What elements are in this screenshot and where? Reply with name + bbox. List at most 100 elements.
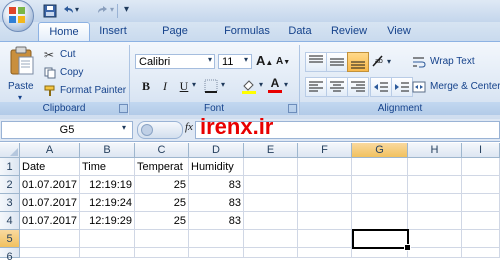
increase-indent-button[interactable] <box>391 77 413 97</box>
redo-dropdown-icon[interactable]: ▾ <box>110 5 114 14</box>
undo-dropdown-icon[interactable]: ▾ <box>75 5 79 14</box>
align-middle-button[interactable] <box>326 52 348 72</box>
row-header-5[interactable]: 5 <box>0 230 20 248</box>
column-header-e[interactable]: E <box>244 143 298 158</box>
cell-g2[interactable] <box>352 176 408 194</box>
tab-insert[interactable]: Insert <box>96 22 130 41</box>
cell-a3[interactable]: 01.07.2017 <box>20 194 80 212</box>
align-left-button[interactable] <box>305 77 327 97</box>
cell-d4[interactable]: 83 <box>189 212 244 230</box>
cell-g3[interactable] <box>352 194 408 212</box>
cell-i6[interactable] <box>462 248 500 258</box>
cell-a2[interactable]: 01.07.2017 <box>20 176 80 194</box>
tab-view[interactable]: View <box>386 22 412 41</box>
cell-e5[interactable] <box>244 230 298 248</box>
font-name-select[interactable]: Calibri <box>135 54 215 69</box>
cell-f6[interactable] <box>298 248 352 258</box>
cell-b1[interactable]: Time <box>80 158 135 176</box>
cell-f2[interactable] <box>298 176 352 194</box>
cell-a1[interactable]: Date <box>20 158 80 176</box>
font-name-dropdown-icon[interactable]: ▾ <box>208 55 212 64</box>
borders-dropdown-icon[interactable]: ▾ <box>221 80 225 89</box>
cell-c3[interactable]: 25 <box>135 194 189 212</box>
cell-e1[interactable] <box>244 158 298 176</box>
redo-icon[interactable] <box>95 3 111 19</box>
cell-a4[interactable]: 01.07.2017 <box>20 212 80 230</box>
cell-i1[interactable] <box>462 158 500 176</box>
save-icon[interactable] <box>42 3 58 19</box>
select-all-corner[interactable] <box>0 143 20 158</box>
cell-i2[interactable] <box>462 176 500 194</box>
paste-button[interactable]: Paste ▾ <box>6 44 38 104</box>
cell-e2[interactable] <box>244 176 298 194</box>
row-header-4[interactable]: 4 <box>0 212 20 230</box>
cell-b5[interactable] <box>80 230 135 248</box>
decrease-indent-button[interactable] <box>370 77 392 97</box>
column-header-b[interactable]: B <box>80 143 135 158</box>
row-header-2[interactable]: 2 <box>0 176 20 194</box>
cell-f3[interactable] <box>298 194 352 212</box>
insert-function-button[interactable]: fx <box>185 121 193 133</box>
cell-d1[interactable]: Humidity <box>189 158 244 176</box>
orientation-button[interactable]: ab ▾ <box>370 52 394 70</box>
cell-b3[interactable]: 12:19:24 <box>80 194 135 212</box>
column-header-i[interactable]: I <box>462 143 500 158</box>
tab-page-layout[interactable]: Page Layout <box>146 22 204 56</box>
font-color-dropdown-icon[interactable]: ▾ <box>284 80 288 89</box>
clipboard-launcher-icon[interactable] <box>119 104 128 113</box>
shrink-font-icon[interactable]: A▼ <box>276 56 290 67</box>
cell-f1[interactable] <box>298 158 352 176</box>
tab-data[interactable]: Data <box>286 22 314 41</box>
cell-f4[interactable] <box>298 212 352 230</box>
row-header-1[interactable]: 1 <box>0 158 20 176</box>
row-header-3[interactable]: 3 <box>0 194 20 212</box>
cell-h5[interactable] <box>408 230 462 248</box>
cell-h2[interactable] <box>408 176 462 194</box>
customize-qat-icon[interactable]: ▾ <box>124 4 129 15</box>
fill-color-dropdown-icon[interactable]: ▾ <box>259 80 263 89</box>
formula-bar-splitter[interactable] <box>137 121 183 139</box>
cell-e4[interactable] <box>244 212 298 230</box>
cell-a6[interactable] <box>20 248 80 258</box>
fill-handle[interactable] <box>404 244 411 251</box>
cell-d2[interactable]: 83 <box>189 176 244 194</box>
cell-e6[interactable] <box>244 248 298 258</box>
cell-d5[interactable] <box>189 230 244 248</box>
tab-formulas[interactable]: Formulas <box>221 22 273 41</box>
cell-h3[interactable] <box>408 194 462 212</box>
font-size-dropdown-icon[interactable]: ▾ <box>244 55 248 64</box>
cell-d3[interactable]: 83 <box>189 194 244 212</box>
cell-i4[interactable] <box>462 212 500 230</box>
cell-d6[interactable] <box>189 248 244 258</box>
tab-review[interactable]: Review <box>329 22 369 41</box>
font-color-icon[interactable]: A <box>268 76 282 94</box>
cell-e3[interactable] <box>244 194 298 212</box>
cell-i5[interactable] <box>462 230 500 248</box>
column-header-c[interactable]: C <box>135 143 189 158</box>
column-header-d[interactable]: D <box>189 143 244 158</box>
fill-color-icon[interactable] <box>240 77 258 95</box>
cell-f5[interactable] <box>298 230 352 248</box>
cell-h1[interactable] <box>408 158 462 176</box>
undo-icon[interactable] <box>60 3 76 19</box>
cell-b2[interactable]: 12:19:19 <box>80 176 135 194</box>
cell-c1[interactable]: Temperat <box>135 158 189 176</box>
cell-b6[interactable] <box>80 248 135 258</box>
cell-c5[interactable] <box>135 230 189 248</box>
align-top-button[interactable] <box>305 52 327 72</box>
column-header-h[interactable]: H <box>408 143 462 158</box>
align-right-button[interactable] <box>347 77 369 97</box>
name-box-dropdown-icon[interactable]: ▾ <box>122 123 126 132</box>
cell-h4[interactable] <box>408 212 462 230</box>
align-bottom-button[interactable] <box>347 52 369 72</box>
tab-home[interactable]: Home <box>38 22 90 42</box>
cell-g6[interactable] <box>352 248 408 258</box>
borders-icon[interactable] <box>203 78 219 94</box>
cell-h6[interactable] <box>408 248 462 258</box>
underline-button[interactable]: U <box>175 77 193 95</box>
cell-g1[interactable] <box>352 158 408 176</box>
cell-c4[interactable]: 25 <box>135 212 189 230</box>
cell-i3[interactable] <box>462 194 500 212</box>
underline-dropdown-icon[interactable]: ▾ <box>192 80 196 89</box>
column-header-a[interactable]: A <box>20 143 80 158</box>
